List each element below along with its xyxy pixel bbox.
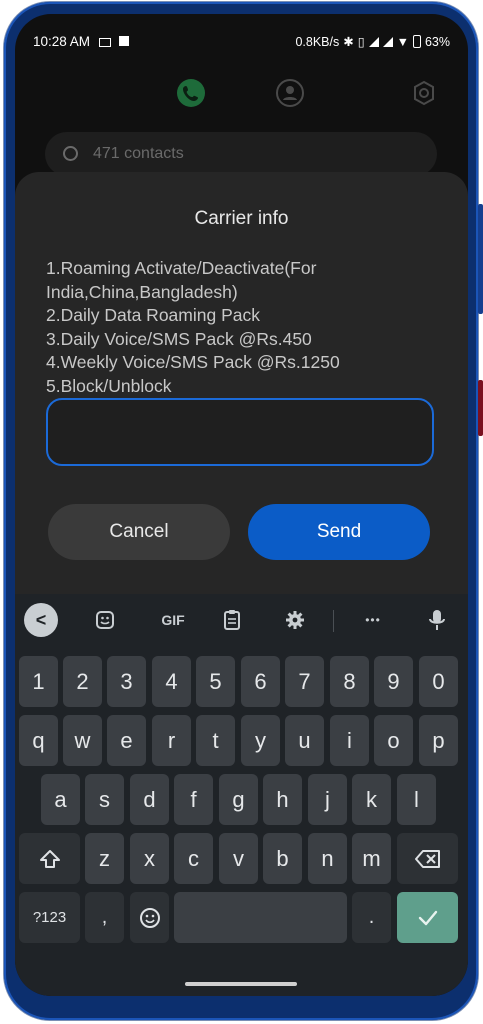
checkmark-icon (418, 910, 437, 925)
gear-icon[interactable] (279, 604, 311, 636)
period-key[interactable]: . (352, 892, 391, 943)
sticker-icon[interactable] (89, 604, 121, 636)
clipboard-icon[interactable] (216, 604, 248, 636)
key-a[interactable]: a (41, 774, 80, 825)
chevron-left-icon[interactable]: < (24, 603, 58, 637)
net-speed: 0.8KB/s (295, 34, 340, 49)
key-t[interactable]: t (196, 715, 235, 766)
key-n[interactable]: n (308, 833, 347, 884)
key-3[interactable]: 3 (107, 656, 146, 707)
status-right: 0.8KB/s ✱ ▯ ▼ 63% (295, 34, 450, 50)
key-r[interactable]: r (152, 715, 191, 766)
space-key[interactable] (174, 892, 347, 943)
key-m[interactable]: m (352, 833, 391, 884)
dialog-title: Carrier info (194, 208, 289, 229)
gesture-bar[interactable] (185, 982, 297, 986)
key-x[interactable]: x (130, 833, 169, 884)
key-s[interactable]: s (85, 774, 124, 825)
key-q[interactable]: q (19, 715, 58, 766)
status-bar: 10:28 AM 0.8KB/s ✱ ▯ ▼ 63% (15, 14, 468, 58)
message-line: 2.Daily Data Roaming Pack (46, 305, 260, 325)
ussd-reply-input[interactable] (46, 398, 434, 466)
screen: 10:28 AM 0.8KB/s ✱ ▯ ▼ 63% 471 contacts (15, 14, 468, 996)
key-e[interactable]: e (107, 715, 146, 766)
send-button[interactable]: Send (248, 504, 430, 560)
key-7[interactable]: 7 (285, 656, 324, 707)
contacts-search: 471 contacts (45, 132, 437, 176)
shift-key[interactable] (19, 833, 80, 884)
message-line: India,China,Bangladesh) (46, 281, 238, 302)
shift-icon (39, 849, 60, 868)
enter-key[interactable] (397, 892, 458, 943)
key-k[interactable]: k (352, 774, 391, 825)
key-g[interactable]: g (219, 774, 258, 825)
more-options-button[interactable]: ••• (357, 604, 389, 636)
key-z[interactable]: z (85, 833, 124, 884)
keyboard-notif-icon (99, 38, 111, 47)
message-line: 4.Weekly Voice/SMS Pack @Rs.1250 (46, 352, 340, 372)
settings-tab-icon[interactable] (411, 80, 439, 108)
key-4[interactable]: 4 (152, 656, 191, 707)
backspace-key[interactable] (397, 833, 458, 884)
key-y[interactable]: y (241, 715, 280, 766)
key-u[interactable]: u (285, 715, 324, 766)
key-b[interactable]: b (263, 833, 302, 884)
key-8[interactable]: 8 (330, 656, 369, 707)
key-d[interactable]: d (130, 774, 169, 825)
comma-key[interactable]: , (85, 892, 124, 943)
wifi-icon: ▼ (396, 34, 409, 49)
cancel-button[interactable]: Cancel (48, 504, 230, 560)
toolbar-divider (333, 610, 334, 632)
backspace-icon (414, 849, 440, 868)
symbols-key[interactable]: ?123 (19, 892, 80, 943)
battery-icon (412, 35, 421, 48)
key-j[interactable]: j (308, 774, 347, 825)
vibrate-icon: ▯ (357, 35, 365, 49)
key-9[interactable]: 9 (374, 656, 413, 707)
signal-icon (368, 36, 379, 47)
key-f[interactable]: f (174, 774, 213, 825)
key-0[interactable]: 0 (419, 656, 458, 707)
key-p[interactable]: p (419, 715, 458, 766)
gif-button[interactable]: GIF (153, 604, 193, 636)
search-icon (63, 146, 78, 161)
dialog-message: 1.Roaming Activate/Deactivate(For India,… (46, 257, 446, 398)
status-time: 10:28 AM (33, 34, 91, 49)
app-tabs (15, 78, 468, 118)
key-v[interactable]: v (219, 833, 258, 884)
key-1[interactable]: 1 (19, 656, 58, 707)
key-5[interactable]: 5 (196, 656, 235, 707)
keyboard-toolbar: < GIF ••• (15, 600, 468, 640)
contacts-count: 471 contacts (93, 145, 184, 162)
emoji-key[interactable] (130, 892, 169, 943)
keyboard: < GIF ••• 1 2 3 4 5 6 7 8 9 0 q w e r t … (15, 594, 468, 996)
key-h[interactable]: h (263, 774, 302, 825)
key-6[interactable]: 6 (241, 656, 280, 707)
stop-notif-icon (119, 36, 129, 46)
message-line: 1.Roaming Activate/Deactivate(For (46, 258, 317, 278)
message-line: 3.Daily Voice/SMS Pack @Rs.450 (46, 328, 312, 349)
message-line: 5.Block/Unblock (46, 375, 172, 396)
key-w[interactable]: w (63, 715, 102, 766)
emoji-icon (139, 907, 160, 928)
key-o[interactable]: o (374, 715, 413, 766)
microphone-icon[interactable] (421, 604, 453, 636)
bluetooth-icon: ✱ (343, 35, 354, 49)
key-c[interactable]: c (174, 833, 213, 884)
volume-button (478, 204, 483, 314)
key-i[interactable]: i (330, 715, 369, 766)
key-l[interactable]: l (397, 774, 436, 825)
power-button (478, 380, 483, 436)
key-2[interactable]: 2 (63, 656, 102, 707)
battery-level: 63% (424, 34, 450, 49)
contacts-tab-icon[interactable] (276, 79, 304, 107)
phone-tab-icon[interactable] (177, 79, 205, 107)
signal-icon-2 (382, 36, 393, 47)
